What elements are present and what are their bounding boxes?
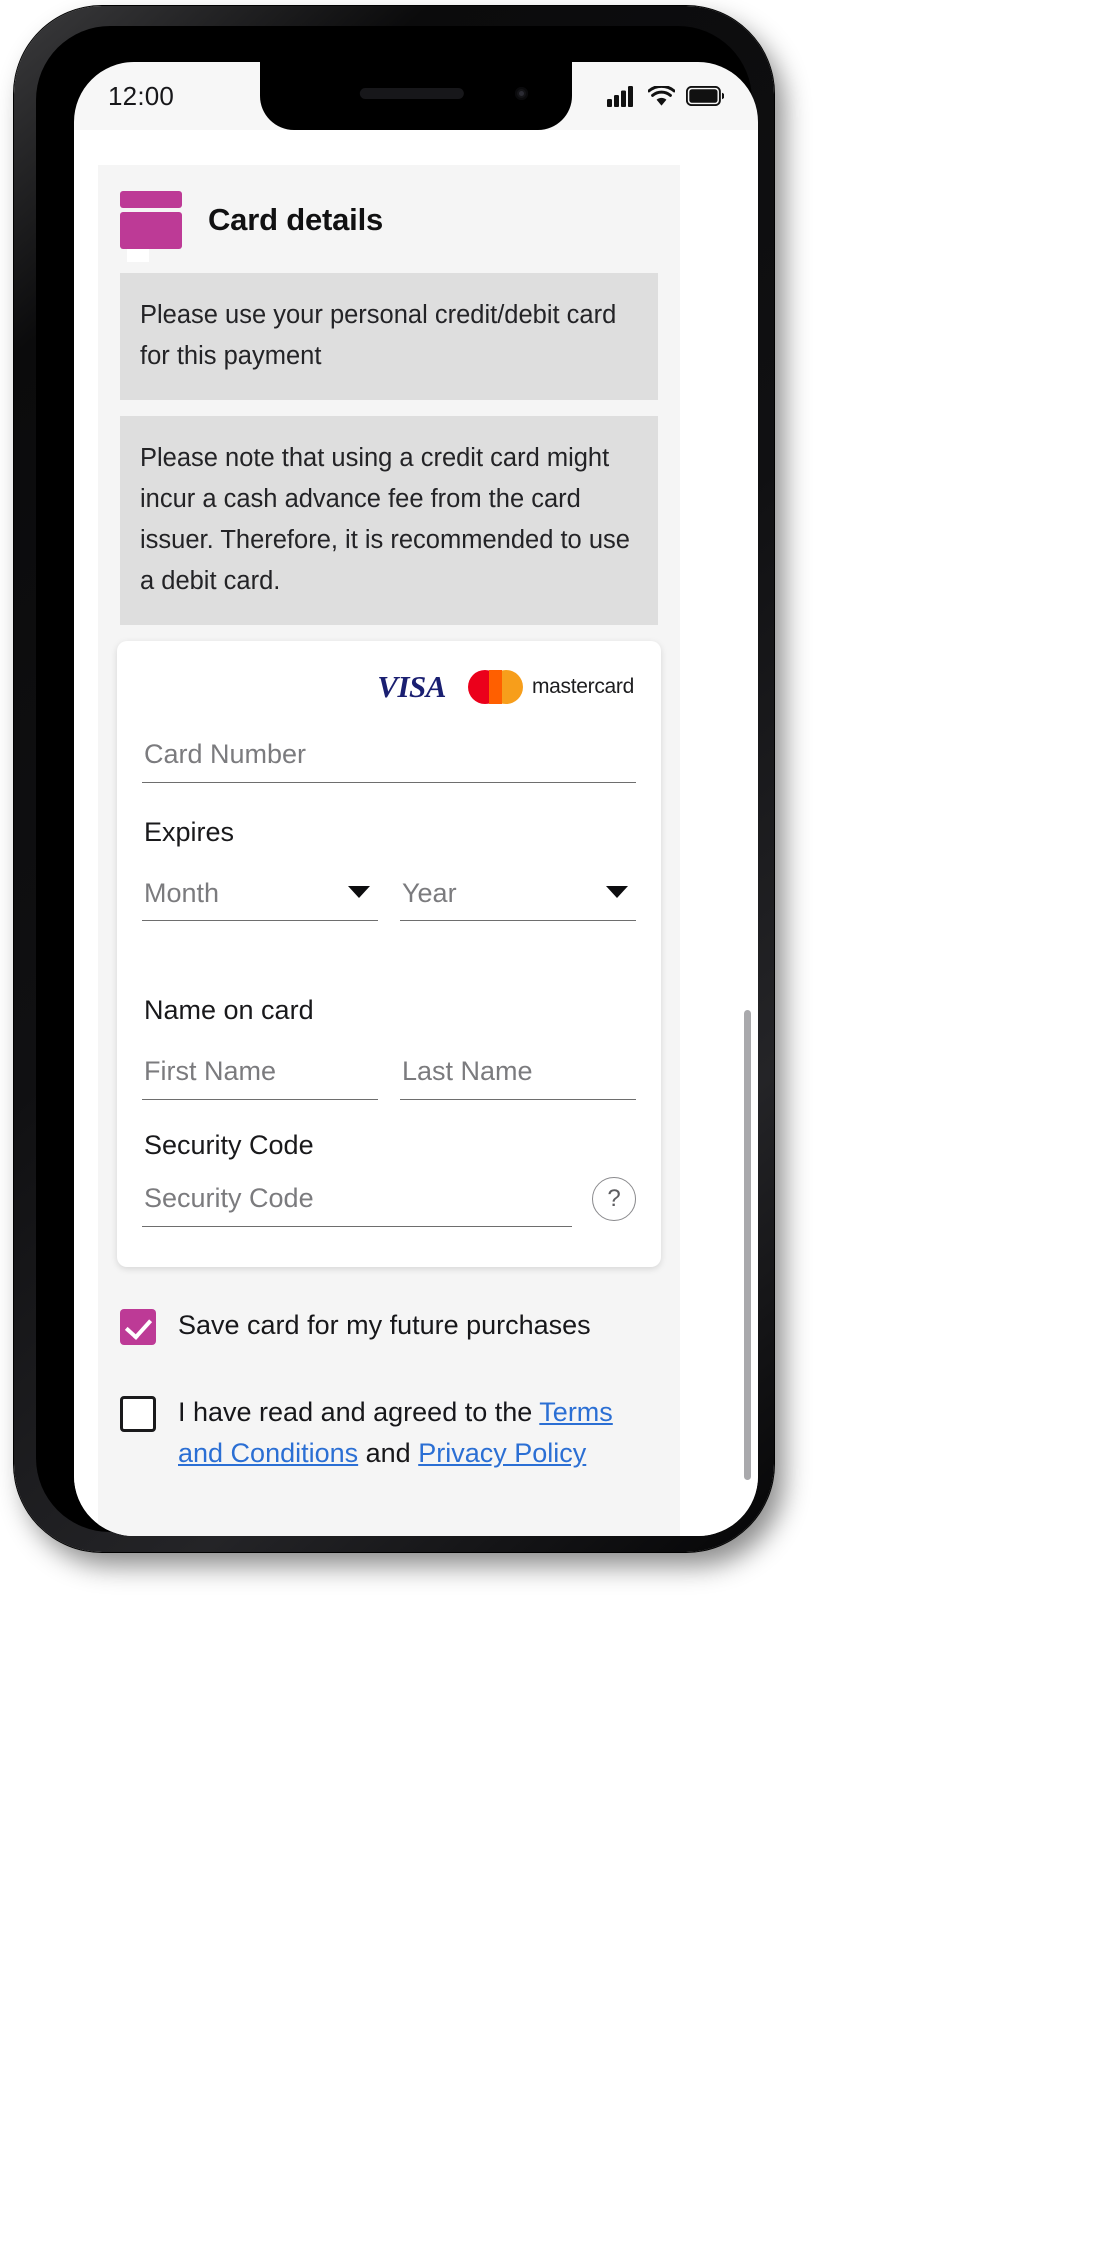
terms-row: I have read and agreed to the Terms and … [120, 1392, 658, 1474]
first-name-field [142, 1049, 378, 1100]
battery-icon [686, 86, 724, 106]
status-bar-time: 12:00 [108, 80, 175, 111]
phone-frame: 12:00 Card details Please use your perso… [14, 6, 774, 1552]
screenshot-root: 12:00 Card details Please use your perso… [0, 0, 1105, 2257]
front-camera-icon [515, 87, 528, 100]
phone-notch [260, 62, 572, 130]
notice-cash-advance-fee: Please note that using a credit card mig… [120, 415, 658, 625]
security-code-help-icon[interactable]: ? [592, 1176, 636, 1221]
terms-checkbox[interactable] [120, 1395, 156, 1432]
expires-label: Expires [144, 816, 235, 847]
terms-text-before: I have read and agreed to the [178, 1396, 540, 1427]
credit-card-icon-chip [127, 249, 149, 262]
mastercard-overlap [488, 669, 502, 704]
mastercard-circles-icon [467, 669, 523, 704]
wifi-icon [648, 85, 675, 106]
credit-card-icon [120, 191, 182, 262]
accepted-card-brands: VISA mastercard [142, 667, 636, 707]
last-name-input[interactable] [400, 1049, 636, 1100]
terms-label: I have read and agreed to the Terms and … [178, 1392, 658, 1474]
screen-content: Card details Please use your personal cr… [74, 130, 758, 1536]
terms-text-between: and [358, 1437, 419, 1468]
card-details-page: Card details Please use your personal cr… [98, 165, 680, 1536]
name-on-card-label: Name on card [144, 994, 314, 1025]
credit-card-icon-stripe [120, 191, 182, 208]
mastercard-logo-icon: mastercard [467, 669, 634, 704]
security-code-field [142, 1176, 572, 1227]
expiry-month-field: Month [142, 871, 378, 921]
expiry-year-field: Year [400, 871, 636, 921]
expires-row: Month Year [142, 871, 636, 921]
visa-logo-icon: VISA [377, 668, 446, 704]
phone-screen: 12:00 Card details Please use your perso… [74, 62, 758, 1536]
last-name-field [400, 1049, 636, 1100]
save-card-row: Save card for my future purchases [120, 1305, 658, 1346]
first-name-input[interactable] [142, 1049, 378, 1100]
save-card-checkbox[interactable] [120, 1308, 156, 1345]
status-bar-icons [607, 85, 724, 107]
mastercard-wordmark: mastercard [531, 674, 634, 698]
security-code-row: ? [142, 1176, 636, 1227]
earpiece-speaker [359, 88, 464, 99]
expiry-month-select[interactable]: Month [142, 871, 378, 921]
save-card-label: Save card for my future purchases [178, 1309, 591, 1340]
credit-card-icon-body [120, 212, 182, 262]
notice-personal-card: Please use your personal credit/debit ca… [120, 273, 658, 400]
expiry-year-select[interactable]: Year [400, 871, 636, 921]
phone-bezel: 12:00 Card details Please use your perso… [36, 26, 758, 1536]
security-code-label: Security Code [144, 1129, 314, 1160]
card-number-input[interactable] [142, 732, 636, 783]
privacy-policy-link[interactable]: Privacy Policy [418, 1438, 586, 1468]
name-row [142, 1049, 636, 1100]
page-scrollbar-thumb[interactable] [744, 1010, 751, 1480]
security-code-input[interactable] [142, 1176, 572, 1227]
cellular-signal-icon [607, 86, 633, 107]
page-title: Card details [208, 202, 384, 237]
card-number-field [142, 732, 636, 783]
card-form-panel: VISA mastercard Card Number Expires Mont… [117, 640, 661, 1267]
page-header: Card details [98, 165, 680, 273]
